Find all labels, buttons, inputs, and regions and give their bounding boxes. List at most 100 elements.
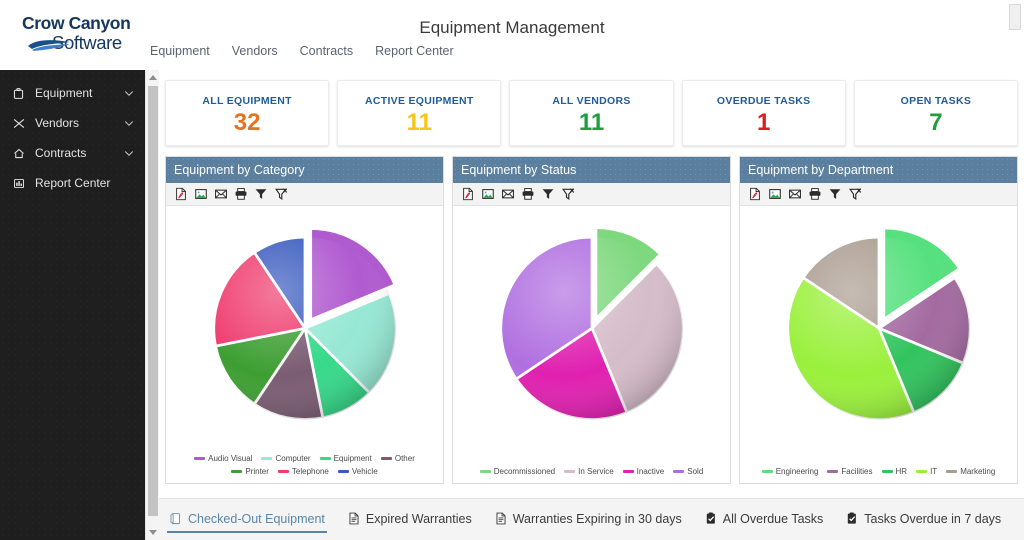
kpi-label: ALL VENDORS <box>552 94 631 107</box>
bottom-tabs: Checked-Out Equipment Expired Warranties W… <box>159 498 1024 540</box>
legend-swatch <box>261 457 273 460</box>
bottom-tab[interactable]: Warranties Expiring in 30 days <box>492 506 684 533</box>
print-icon[interactable] <box>808 187 822 201</box>
legend-item[interactable]: Marketing <box>946 466 995 477</box>
topnav-item-vendors[interactable]: Vendors <box>232 44 278 58</box>
legend-item[interactable]: Equipment <box>319 453 372 464</box>
legend-item[interactable]: Vehicle <box>337 466 378 477</box>
scroll-down-arrow-icon[interactable] <box>149 530 157 535</box>
chevron-down-icon[interactable] <box>123 147 135 159</box>
charts-row: Equipment by Category Audio Visual Compute… <box>163 146 1020 484</box>
legend-swatch <box>946 470 958 473</box>
legend-item[interactable]: Engineering <box>761 466 819 477</box>
legend-item[interactable]: Decommissioned <box>479 466 555 477</box>
sidebar-item-report-center[interactable]: Report Center <box>0 168 145 198</box>
legend-swatch <box>622 470 634 473</box>
legend-item[interactable]: Sold <box>673 466 703 477</box>
legend-label: In Service <box>578 467 614 476</box>
header-scrollbar[interactable] <box>1009 4 1021 30</box>
legend-swatch <box>380 457 392 460</box>
sidebar-item-contracts[interactable]: Contracts <box>0 138 145 168</box>
topnav-item-contracts[interactable]: Contracts <box>300 44 354 58</box>
sidebar-item-vendors[interactable]: Vendors <box>0 108 145 138</box>
scrollbar-thumb[interactable] <box>148 86 158 516</box>
scroll-up-arrow-icon[interactable] <box>149 75 157 80</box>
clear-filter-icon[interactable] <box>848 187 862 201</box>
print-icon[interactable] <box>234 187 248 201</box>
topnav-item-report-center[interactable]: Report Center <box>375 44 454 58</box>
kpi-card[interactable]: ALL EQUIPMENT 32 <box>165 80 330 146</box>
kpi-card[interactable]: ACTIVE EQUIPMENT 11 <box>337 80 502 146</box>
chart-legend: Decommissioned In Service Inactive Sold <box>459 466 724 477</box>
legend-label: Engineering <box>775 467 819 476</box>
legend-swatch <box>319 457 331 460</box>
app-root: Crow Canyon Software Equipment Managemen… <box>0 0 1024 540</box>
export-image-icon[interactable] <box>194 187 208 201</box>
legend-label: IT <box>930 467 938 476</box>
chart-toolbar <box>740 183 1017 206</box>
legend-item[interactable]: Printer <box>231 466 269 477</box>
pie-chart[interactable] <box>478 212 706 440</box>
sidebar-item-equipment[interactable]: Equipment <box>0 78 145 108</box>
legend-item[interactable]: In Service <box>564 466 614 477</box>
kpi-label: OVERDUE TASKS <box>716 94 811 107</box>
legend-swatch <box>479 470 491 473</box>
pie-chart[interactable] <box>765 212 993 440</box>
legend-item[interactable]: HR <box>881 466 908 477</box>
chart-panel: Equipment by Status Decommissioned In Serv… <box>452 156 731 484</box>
legend-label: HR <box>895 467 908 476</box>
clear-filter-icon[interactable] <box>274 187 288 201</box>
export-pdf-icon[interactable] <box>461 187 475 201</box>
legend-item[interactable]: Telephone <box>277 466 329 477</box>
legend-label: Computer <box>275 454 311 463</box>
chart-toolbar <box>166 183 443 206</box>
clear-filter-icon[interactable] <box>561 187 575 201</box>
chart-body: Engineering Facilities HR IT Marketing <box>740 206 1017 483</box>
chart-panel-title: Equipment by Category <box>166 157 443 183</box>
legend-item[interactable]: Audio Visual <box>194 453 252 464</box>
export-image-icon[interactable] <box>768 187 782 201</box>
filter-icon[interactable] <box>541 187 555 201</box>
legend-item[interactable]: Computer <box>261 453 311 464</box>
bottom-tab[interactable]: All Overdue Tasks <box>702 506 826 533</box>
chevron-down-icon[interactable] <box>123 117 135 129</box>
print-icon[interactable] <box>521 187 535 201</box>
chart-legend: Engineering Facilities HR IT Marketing <box>746 466 1011 477</box>
kpi-card[interactable]: OPEN TASKS 7 <box>853 80 1019 146</box>
legend-item[interactable]: Facilities <box>827 466 873 477</box>
export-image-icon[interactable] <box>481 187 495 201</box>
email-icon[interactable] <box>214 187 228 201</box>
legend-swatch <box>827 470 839 473</box>
kpi-card[interactable]: OVERDUE TASKS 1 <box>681 80 846 146</box>
email-icon[interactable] <box>788 187 802 201</box>
legend-item[interactable]: Other <box>380 453 415 464</box>
legend-item[interactable]: IT <box>916 466 937 477</box>
topnav-item-equipment[interactable]: Equipment <box>150 44 210 58</box>
legend-label: Telephone <box>291 467 329 476</box>
filter-icon[interactable] <box>828 187 842 201</box>
kpi-value: 11 <box>578 108 605 136</box>
chart-toolbar <box>453 183 730 206</box>
bottom-tab[interactable]: Tasks Overdue in 7 days <box>843 506 1003 533</box>
legend-item[interactable]: Inactive <box>622 466 664 477</box>
chevron-down-icon[interactable] <box>123 87 135 99</box>
kpi-card[interactable]: ALL VENDORS 11 <box>509 80 674 146</box>
sidebar-item-label: Report Center <box>35 176 111 190</box>
email-icon[interactable] <box>501 187 515 201</box>
legend-label: Equipment <box>333 454 372 463</box>
bottom-tab-label: All Overdue Tasks <box>722 511 824 526</box>
legend-label: Marketing <box>960 467 996 476</box>
legend-swatch <box>194 457 206 460</box>
briefcase-icon <box>12 86 29 100</box>
legend-swatch <box>564 470 576 473</box>
main-scrollbar[interactable] <box>145 70 159 540</box>
sidebar: Equipment Vendors Contracts Report Cente… <box>0 70 145 540</box>
chart-panel-title: Equipment by Department <box>740 157 1017 183</box>
bottom-tab[interactable]: Checked-Out Equipment <box>167 506 327 533</box>
export-pdf-icon[interactable] <box>748 187 762 201</box>
pie-chart[interactable] <box>191 212 419 440</box>
chart-panel: Equipment by Category Audio Visual Compute… <box>165 156 444 484</box>
export-pdf-icon[interactable] <box>174 187 188 201</box>
bottom-tab[interactable]: Expired Warranties <box>345 506 474 533</box>
filter-icon[interactable] <box>254 187 268 201</box>
